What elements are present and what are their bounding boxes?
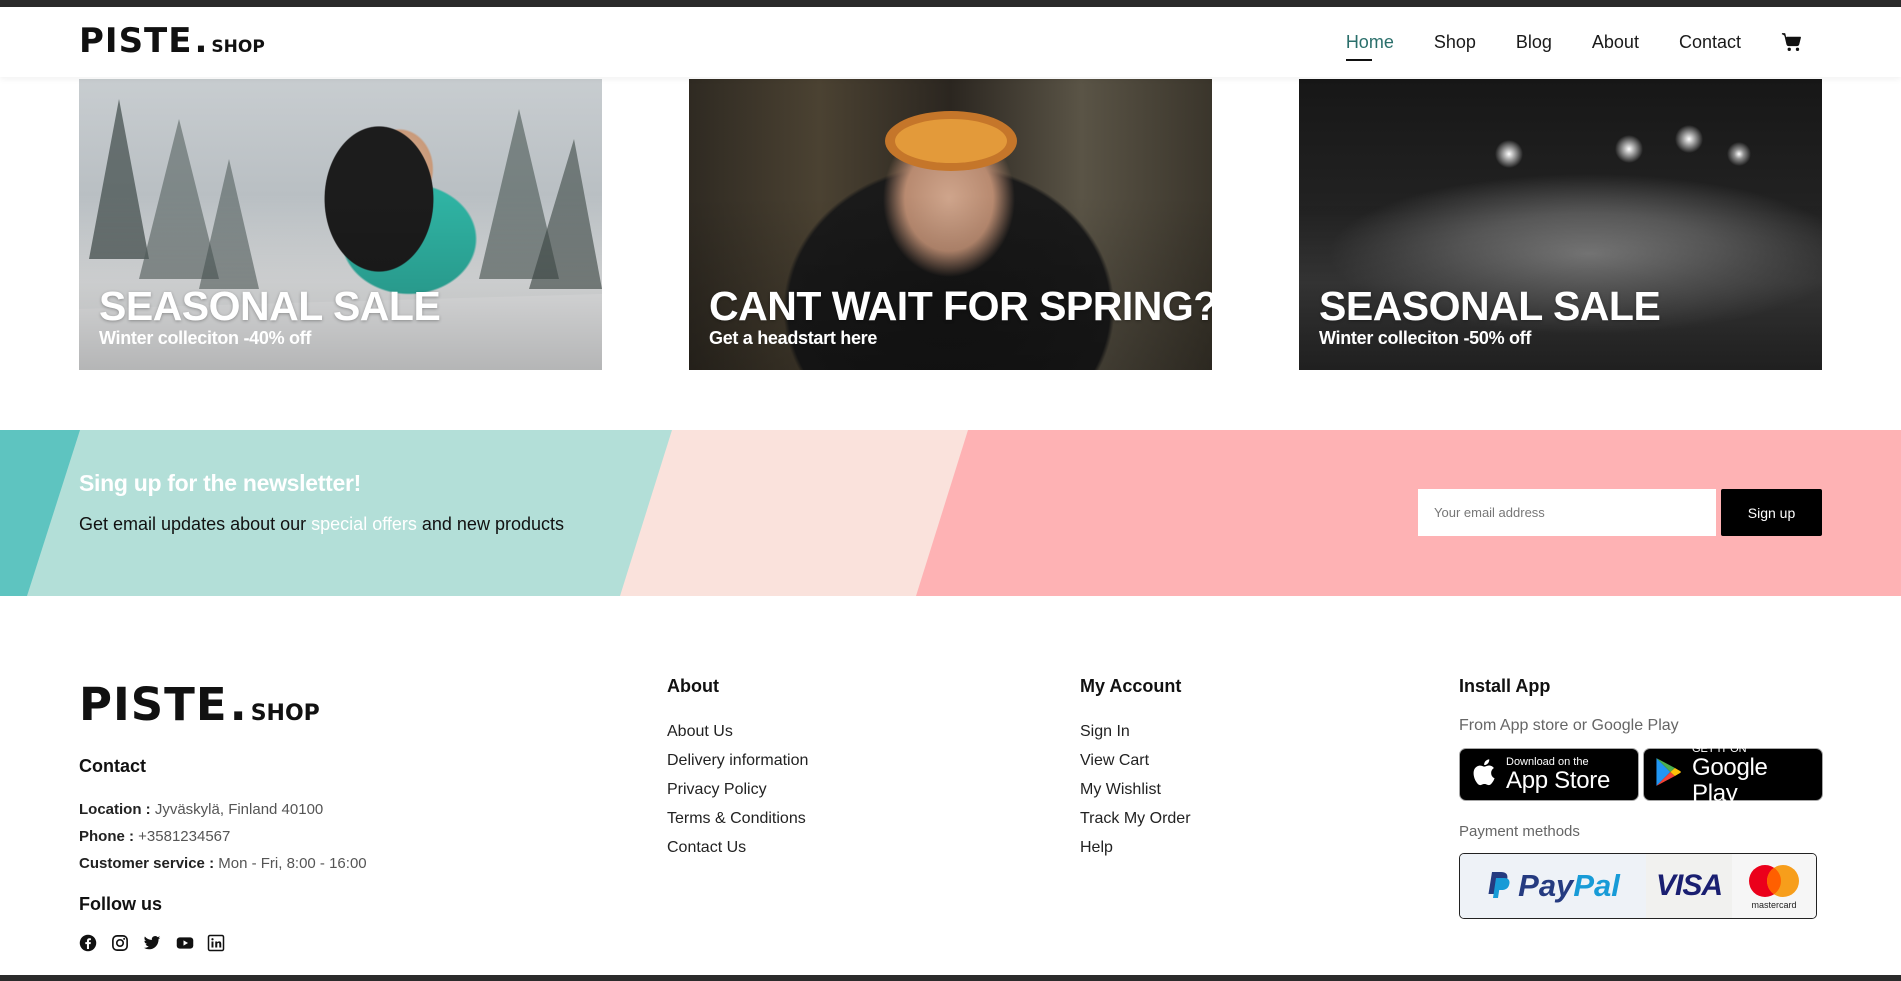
google-play-badge[interactable]: GET IT ON Google Play xyxy=(1643,743,1823,806)
contact-service-hours: Customer service : Mon - Fri, 8:00 - 16:… xyxy=(79,855,367,872)
youtube-icon[interactable] xyxy=(175,934,194,952)
instagram-icon[interactable] xyxy=(111,934,129,952)
footer-account-column: My Account Sign In View Cart My Wishlist… xyxy=(1080,676,1191,862)
install-app-subtitle: From App store or Google Play xyxy=(1459,717,1679,734)
banner-subtitle: Get a headstart here xyxy=(709,328,878,348)
footer-link-track-my-order[interactable]: Track My Order xyxy=(1080,804,1191,833)
contact-details: Location : Jyväskylä, Finland 40100 Phon… xyxy=(79,796,367,877)
logo-suffix: SHOP xyxy=(211,37,265,57)
newsletter-section: Sing up for the newsletter! Get email up… xyxy=(0,430,1901,596)
banner-subtitle: Winter colleciton -40% off xyxy=(99,328,312,348)
contact-heading: Contact xyxy=(79,756,146,776)
app-store-big-text: App Store xyxy=(1506,766,1611,794)
footer-link-contact-us[interactable]: Contact Us xyxy=(667,833,808,862)
nav-about[interactable]: About xyxy=(1592,32,1639,53)
google-play-icon xyxy=(1654,757,1682,792)
footer-link-about-us[interactable]: About Us xyxy=(667,717,808,746)
shopping-cart-icon[interactable] xyxy=(1781,31,1803,53)
nav-home[interactable]: Home xyxy=(1345,32,1394,61)
banner-title: SEASONAL SALE xyxy=(1319,283,1661,329)
newsletter-description: Get email updates about our special offe… xyxy=(79,514,564,534)
nav-contact[interactable]: Contact xyxy=(1679,32,1741,53)
visa-logo: VISA xyxy=(1646,854,1732,918)
google-play-big-text: Google Play xyxy=(1692,753,1768,807)
app-store-small-text: Download on the xyxy=(1506,755,1589,768)
contact-location: Location : Jyväskylä, Finland 40100 xyxy=(79,801,324,818)
payment-methods-label: Payment methods xyxy=(1459,823,1580,840)
logo-name: PISTE xyxy=(79,21,193,61)
footer-link-help[interactable]: Help xyxy=(1080,833,1191,862)
site-header: PISTE . SHOP Home Shop Blog About Contac… xyxy=(0,7,1901,77)
sign-up-button[interactable]: Sign up xyxy=(1721,489,1822,536)
banner-title: SEASONAL SALE xyxy=(99,283,441,329)
site-logo[interactable]: PISTE . SHOP xyxy=(79,21,265,61)
google-play-small-text: GET IT ON xyxy=(1692,742,1747,755)
social-links xyxy=(79,934,225,952)
app-store-badge[interactable]: Download on the App Store xyxy=(1459,748,1639,801)
bottom-edge-strip xyxy=(0,975,1901,981)
twitter-icon[interactable] xyxy=(143,934,161,952)
about-heading: About xyxy=(667,676,719,696)
footer-link-my-wishlist[interactable]: My Wishlist xyxy=(1080,775,1191,804)
email-input[interactable] xyxy=(1418,489,1716,536)
facebook-icon[interactable] xyxy=(79,934,97,952)
footer-link-sign-in[interactable]: Sign In xyxy=(1080,717,1191,746)
my-account-heading: My Account xyxy=(1080,676,1182,696)
banner-subtitle: Winter colleciton -50% off xyxy=(1319,328,1532,348)
contact-phone: Phone : +3581234567 xyxy=(79,828,231,845)
footer-link-privacy-policy[interactable]: Privacy Policy xyxy=(667,775,808,804)
special-offers-link[interactable]: special offers xyxy=(311,514,417,534)
promo-banner-seasonal-sale-40[interactable]: SEASONAL SALE Winter colleciton -40% off xyxy=(79,79,602,370)
banner-title: CANT WAIT FOR SPRING? xyxy=(709,283,1212,329)
footer-link-view-cart[interactable]: View Cart xyxy=(1080,746,1191,775)
mastercard-logo: mastercard xyxy=(1732,854,1816,918)
footer-about-column: About About Us Delivery information Priv… xyxy=(667,676,808,862)
nav-shop[interactable]: Shop xyxy=(1434,32,1476,53)
footer-install-column: Install App From App store or Google Pla… xyxy=(1459,676,1823,919)
site-footer: PISTE . SHOP Contact Location : Jyväskyl… xyxy=(0,596,1901,975)
promo-banner-seasonal-sale-50[interactable]: SEASONAL SALE Winter colleciton -50% off xyxy=(1299,79,1822,370)
linkedin-icon[interactable] xyxy=(207,934,225,952)
main-navigation: Home Shop Blog About Contact xyxy=(1345,31,1803,61)
apple-icon xyxy=(1470,757,1496,792)
top-edge-strip xyxy=(0,0,1901,7)
logo-dot: . xyxy=(194,21,208,61)
follow-us-heading: Follow us xyxy=(79,894,162,914)
nav-blog[interactable]: Blog xyxy=(1516,32,1552,53)
install-app-heading: Install App xyxy=(1459,676,1551,696)
footer-link-delivery-information[interactable]: Delivery information xyxy=(667,746,808,775)
newsletter-title: Sing up for the newsletter! xyxy=(79,470,361,496)
promo-banner-spring[interactable]: CANT WAIT FOR SPRING? Get a headstart he… xyxy=(689,79,1212,370)
footer-link-terms-conditions[interactable]: Terms & Conditions xyxy=(667,804,808,833)
payment-methods-logos: PayPal VISA mastercard xyxy=(1459,853,1817,919)
paypal-logo: PayPal xyxy=(1460,854,1646,918)
footer-logo[interactable]: PISTE . SHOP xyxy=(79,678,320,731)
